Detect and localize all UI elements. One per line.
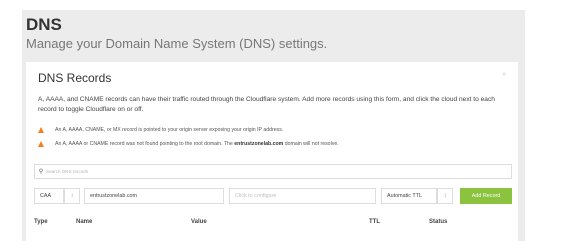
warning-text-before: An A, AAAA or CNAME record was not found… [55,141,235,147]
ttl-select[interactable]: Automatic TTL [381,188,437,204]
warning-text-after: domain will not resolve. [283,141,339,147]
dns-records-card: DNS Records » A, AAAA, and CNAME records… [26,62,518,241]
record-name-input[interactable]: entrustzonelab.com [84,188,224,204]
header-value[interactable]: Value [191,219,207,225]
search-icon: ⚲ [38,169,44,175]
warning-text: An A, AAAA, CNAME, or MX record is point… [55,127,284,133]
page-title: DNS [26,15,62,34]
page-subtitle: Manage your Domain Name System (DNS) set… [26,36,328,51]
collapse-icon[interactable]: » [502,71,506,78]
header-ttl[interactable]: TTL [369,219,380,225]
warning-origin-exposed: An A, AAAA, CNAME, or MX record is point… [38,125,283,135]
card-title: DNS Records [38,71,112,85]
warning-icon [38,127,44,133]
record-type-select[interactable]: CAA [34,188,64,204]
record-type-stepper-icon[interactable]: ↕ [64,188,80,204]
warning-icon [38,141,44,147]
card-description: A, AAAA, and CNAME records can have thei… [38,96,495,113]
search-input[interactable]: ⚲ Search DNS records [34,164,512,179]
search-placeholder: Search DNS records [46,169,89,174]
record-value-input[interactable]: Click to configure [229,188,376,204]
add-record-button[interactable]: Add Record [460,188,512,204]
header-status[interactable]: Status [429,219,447,225]
header-name[interactable]: Name [76,219,92,225]
warning-root-missing: An A, AAAA or CNAME record was not found… [38,139,339,149]
header-type[interactable]: Type [34,219,48,225]
ttl-stepper-icon[interactable]: ↕ [437,188,453,204]
warning-domain: entrustzonelab.com [234,141,284,147]
